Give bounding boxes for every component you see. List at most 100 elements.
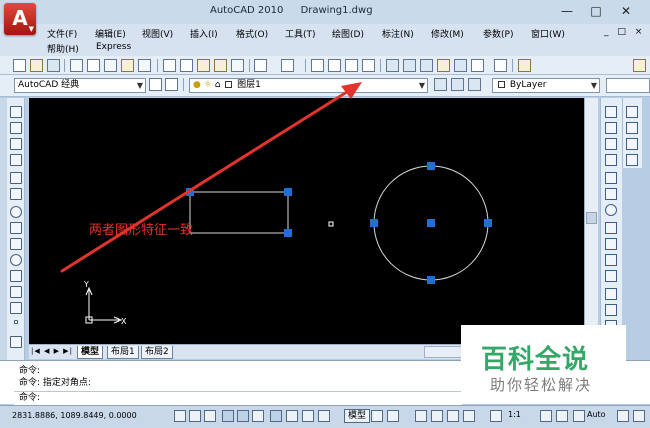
linetype-dropdown[interactable]	[606, 78, 650, 93]
annotation-scale-icon[interactable]	[490, 410, 502, 422]
tab-navigation-arrows[interactable]: |◀ ◀ ▶ ▶|	[31, 347, 73, 355]
menu-format[interactable]: 格式(O)	[236, 27, 268, 40]
close-button[interactable]: ✕	[614, 2, 638, 20]
ellipse-arc-icon[interactable]	[10, 270, 22, 282]
dynamic-ucs-icon[interactable]	[286, 410, 298, 422]
tab-layout2[interactable]: 布局2	[141, 346, 173, 359]
send-under-icon[interactable]	[626, 154, 638, 166]
menu-insert[interactable]: 插入(I)	[190, 27, 218, 40]
object-snap-icon[interactable]	[237, 410, 249, 422]
sheet-set-icon[interactable]	[437, 59, 450, 72]
vertical-scrollbar[interactable]	[584, 98, 598, 344]
menu-view[interactable]: 视图(V)	[142, 27, 173, 40]
ellipse-icon[interactable]	[10, 254, 22, 266]
clean-screen-icon[interactable]	[633, 410, 645, 422]
qnew-icon[interactable]	[13, 59, 26, 72]
plot-preview-icon[interactable]	[87, 59, 100, 72]
circle-icon[interactable]	[10, 206, 22, 218]
3d-dwf-icon[interactable]	[121, 59, 134, 72]
break-icon[interactable]	[605, 288, 617, 300]
mirror-icon[interactable]	[605, 138, 617, 150]
insert-block-icon[interactable]	[10, 286, 22, 298]
properties-icon[interactable]	[386, 59, 399, 72]
line-icon[interactable]	[10, 106, 22, 118]
menu-parametric[interactable]: 参数(P)	[483, 27, 513, 40]
dynamic-input-icon[interactable]	[302, 410, 314, 422]
cut-icon[interactable]	[163, 59, 176, 72]
maximize-button[interactable]: □	[584, 2, 608, 20]
color-dropdown[interactable]: ByLayer ▼	[492, 78, 600, 93]
layer-state-icon[interactable]	[468, 78, 481, 91]
layer-previous-icon[interactable]	[451, 78, 464, 91]
rotate-icon[interactable]	[605, 204, 617, 216]
markup-icon[interactable]	[454, 59, 467, 72]
make-current-layer-icon[interactable]	[434, 78, 447, 91]
move-icon[interactable]	[605, 188, 617, 200]
grip-rect-top-right[interactable]	[284, 188, 292, 196]
grip-circle-bottom[interactable]	[427, 276, 435, 284]
trim-icon[interactable]	[605, 254, 617, 266]
block-editor-icon[interactable]	[231, 59, 244, 72]
array-icon[interactable]	[605, 172, 617, 184]
menu-window[interactable]: 窗口(W)	[531, 27, 565, 40]
snap-mode-icon[interactable]	[174, 410, 186, 422]
layer-dropdown[interactable]: ● ☼ ⌂ 图层1 ▼	[189, 78, 428, 93]
help-icon[interactable]	[494, 59, 507, 72]
save-icon[interactable]	[47, 59, 60, 72]
tab-layout1[interactable]: 布局1	[107, 346, 139, 359]
plot-icon[interactable]	[70, 59, 83, 72]
quick-view-drawings-icon[interactable]	[387, 410, 399, 422]
scale-icon[interactable]	[605, 222, 617, 234]
workspace-settings-icon[interactable]	[149, 78, 162, 91]
grip-circle-right[interactable]	[484, 219, 492, 227]
menu-file[interactable]: 文件(F)	[47, 27, 77, 40]
design-center-icon[interactable]	[403, 59, 416, 72]
polyline-icon[interactable]	[10, 138, 22, 150]
annotation-scale-value[interactable]: 1:1	[508, 410, 521, 419]
auto-scale-icon[interactable]	[556, 410, 568, 422]
menu-help[interactable]: 帮助(H)	[47, 42, 79, 55]
construction-line-icon[interactable]	[10, 122, 22, 134]
grip-rect-bottom-right[interactable]	[284, 229, 292, 237]
undo-icon[interactable]	[254, 59, 267, 72]
scrollbar-thumb[interactable]	[586, 212, 597, 224]
dim-style-icon[interactable]	[633, 59, 646, 72]
quick-view-layouts-icon[interactable]	[371, 410, 383, 422]
paste-icon[interactable]	[197, 59, 210, 72]
stretch-icon[interactable]	[605, 238, 617, 250]
menu-draw[interactable]: 绘图(D)	[332, 27, 364, 40]
rectangle-shape[interactable]	[189, 191, 289, 234]
menu-modify[interactable]: 修改(M)	[431, 27, 464, 40]
pan-icon[interactable]	[311, 59, 324, 72]
match-properties-icon[interactable]	[214, 59, 227, 72]
drawing-canvas[interactable]: 两者图形特征一致 Y X	[29, 98, 584, 344]
lineweight-icon[interactable]	[318, 410, 330, 422]
showmotion-icon[interactable]	[463, 410, 475, 422]
application-menu-button[interactable]: A ▼	[4, 3, 36, 35]
model-space-button[interactable]: 模型	[344, 409, 371, 423]
arc-icon[interactable]	[10, 188, 22, 200]
workspace-auto-label[interactable]: Auto	[587, 410, 606, 419]
join-icon[interactable]	[605, 304, 617, 316]
redo-icon[interactable]	[281, 59, 294, 72]
publish-icon[interactable]	[104, 59, 117, 72]
extend-icon[interactable]	[605, 270, 617, 282]
quickcalc-icon[interactable]	[471, 59, 484, 72]
copy-object-icon[interactable]	[605, 122, 617, 134]
grip-circle-left[interactable]	[370, 219, 378, 227]
bring-to-front-icon[interactable]	[626, 106, 638, 118]
minimize-button[interactable]: —	[555, 2, 579, 20]
open-icon[interactable]	[30, 59, 43, 72]
workspace-switching-icon[interactable]	[573, 410, 585, 422]
tab-model[interactable]: 模型	[77, 346, 104, 359]
spline-icon[interactable]	[10, 238, 22, 250]
pan-status-icon[interactable]	[415, 410, 427, 422]
3d-object-snap-icon[interactable]	[252, 410, 264, 422]
erase-icon[interactable]	[605, 106, 617, 118]
zoom-window-icon[interactable]	[345, 59, 358, 72]
zoom-previous-icon[interactable]	[362, 59, 375, 72]
menu-edit[interactable]: 编辑(E)	[95, 27, 126, 40]
zoom-status-icon[interactable]	[431, 410, 443, 422]
steering-wheel-icon[interactable]	[447, 410, 459, 422]
workspace-dropdown[interactable]: AutoCAD 经典 ▼	[14, 78, 146, 93]
